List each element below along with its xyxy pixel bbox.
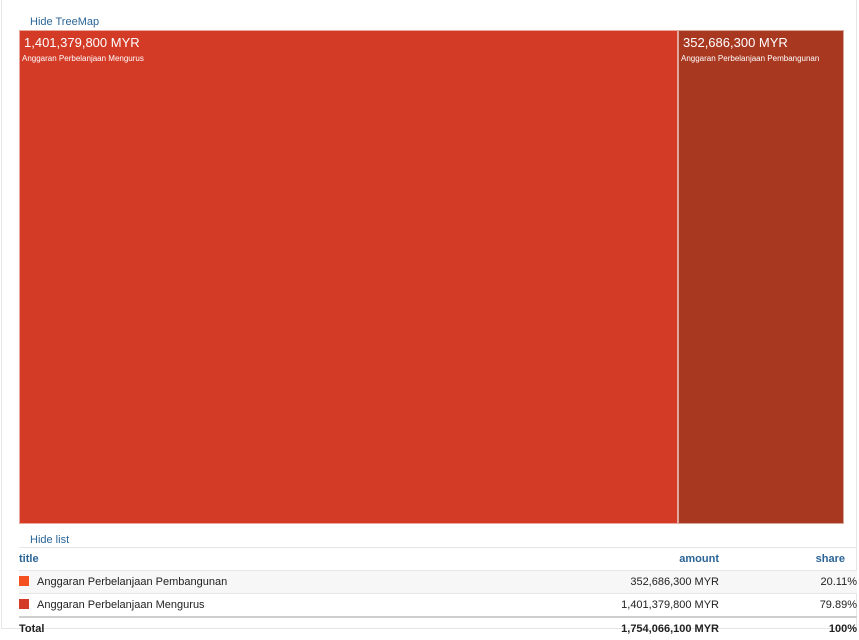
hide-treemap-link[interactable]: Hide TreeMap: [30, 16, 99, 28]
color-swatch-icon: [19, 599, 29, 609]
row-share: 20.11%: [721, 570, 857, 594]
column-header-share[interactable]: share: [721, 547, 857, 571]
row-title-cell: Anggaran Perbelanjaan Pembangunan: [19, 570, 519, 594]
budget-table: title amount share Anggaran Perbelanjaan…: [19, 547, 857, 640]
hide-list-link[interactable]: Hide list: [30, 534, 69, 546]
column-header-amount[interactable]: amount: [519, 547, 721, 571]
total-amount: 1,754,066,100 MYR: [519, 616, 721, 640]
total-label: Total: [19, 616, 519, 640]
treemap: 1,401,379,800 MYR Anggaran Perbelanjaan …: [19, 30, 844, 525]
color-swatch-icon: [19, 576, 29, 586]
row-title: Anggaran Perbelanjaan Mengurus: [37, 599, 205, 611]
treemap-tile-mengurus[interactable]: 1,401,379,800 MYR Anggaran Perbelanjaan …: [19, 30, 678, 524]
table-row[interactable]: Anggaran Perbelanjaan Pembangunan 352,68…: [19, 570, 857, 594]
table-total-row: Total 1,754,066,100 MYR 100%: [19, 616, 857, 640]
tile-amount: 352,686,300 MYR: [683, 35, 788, 50]
row-title-cell: Anggaran Perbelanjaan Mengurus: [19, 593, 519, 618]
row-share: 79.89%: [721, 593, 857, 618]
tile-label: Anggaran Perbelanjaan Mengurus: [22, 54, 144, 63]
treemap-tile-pembangunan[interactable]: 352,686,300 MYR Anggaran Perbelanjaan Pe…: [678, 30, 844, 524]
column-header-title[interactable]: title: [19, 547, 519, 571]
table-header-row: title amount share: [19, 547, 857, 571]
tile-amount: 1,401,379,800 MYR: [24, 35, 140, 50]
total-share: 100%: [721, 616, 857, 640]
row-amount: 352,686,300 MYR: [519, 570, 721, 594]
row-amount: 1,401,379,800 MYR: [519, 593, 721, 618]
table-row[interactable]: Anggaran Perbelanjaan Mengurus 1,401,379…: [19, 593, 857, 618]
row-title: Anggaran Perbelanjaan Pembangunan: [37, 576, 228, 588]
budget-list: title amount share Anggaran Perbelanjaan…: [19, 547, 857, 640]
tile-label: Anggaran Perbelanjaan Pembangunan: [681, 54, 820, 63]
